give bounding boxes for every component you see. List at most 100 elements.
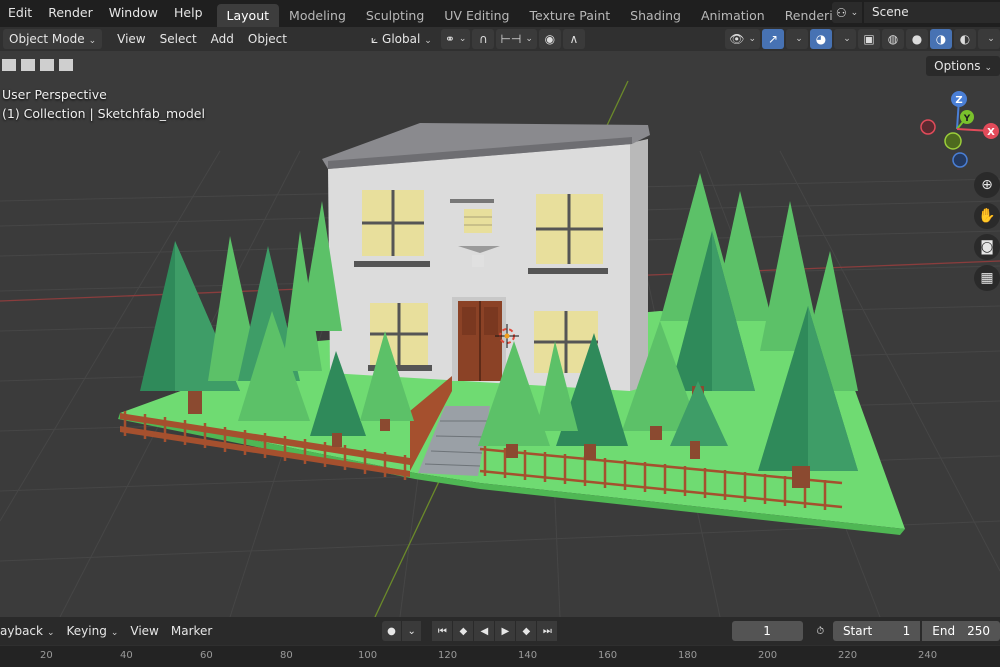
select-intersect-icon[interactable] xyxy=(57,57,75,73)
menu-edit[interactable]: Edit xyxy=(0,0,40,27)
ruler-tick: 100 xyxy=(358,650,378,661)
overlays-icon[interactable]: ◕ xyxy=(810,29,832,49)
menu-render[interactable]: Render xyxy=(40,0,101,27)
ruler-tick: 140 xyxy=(518,650,538,661)
select-extend-icon[interactable] xyxy=(19,57,37,73)
playback-controls: ⏮ ◆ ◀ ▶ ◆ ⏭ xyxy=(432,621,558,641)
proportional-edit-icon[interactable]: ◉ xyxy=(538,29,561,49)
ruler-tick: 40 xyxy=(120,650,133,661)
playback-label: ayback xyxy=(0,624,43,638)
ruler-tick: 20 xyxy=(40,650,53,661)
select-subtract-icon[interactable] xyxy=(38,57,56,73)
tab-shading[interactable]: Shading xyxy=(620,4,691,27)
play-icon[interactable]: ▶ xyxy=(495,621,516,641)
play-reverse-icon[interactable]: ◀ xyxy=(474,621,495,641)
overlays-dropdown-icon[interactable]: ⌄ xyxy=(834,29,856,49)
workspace-tabs: Layout Modeling Sculpting UV Editing Tex… xyxy=(216,0,923,27)
orientation-label: Global xyxy=(382,31,421,46)
end-label: End xyxy=(932,624,956,638)
material-shading-icon[interactable]: ◑ xyxy=(930,29,952,49)
gizmo-dropdown-icon[interactable]: ⌄ xyxy=(786,29,808,49)
pivot-point-icon[interactable]: ⚭ ⌄ xyxy=(440,29,471,49)
viewport-scene xyxy=(0,80,1000,617)
solid-shading-icon[interactable]: ● xyxy=(906,29,928,49)
menu-view[interactable]: View xyxy=(110,32,152,46)
marker-menu[interactable]: Marker xyxy=(165,624,218,638)
orientation-dropdown[interactable]: ⟀ Global ⌄ xyxy=(364,32,439,47)
3d-viewport[interactable]: User Perspective (1) Collection | Sketch… xyxy=(0,51,1000,617)
select-mode-buttons[interactable] xyxy=(0,57,76,73)
end-frame-field[interactable]: End 250 xyxy=(922,621,1000,641)
tab-texture-paint[interactable]: Texture Paint xyxy=(520,4,621,27)
wireframe-shading-icon[interactable]: ◍ xyxy=(882,29,904,49)
grid-perspective-icon[interactable]: ▦ xyxy=(974,265,1000,291)
scene-icon[interactable]: ⚇ ⌄ xyxy=(832,2,862,23)
collection-label: (1) Collection | Sketchfab_model xyxy=(2,106,205,121)
camera-icon[interactable]: ◙ xyxy=(974,234,1000,260)
zoom-icon[interactable]: ⊕ xyxy=(974,172,1000,198)
scene-selector[interactable]: ⚇ ⌄ Scene xyxy=(832,2,1000,23)
mode-dropdown[interactable]: Object Mode ⌄ xyxy=(3,29,103,49)
keying-menu[interactable]: Keying ⌄ xyxy=(61,624,125,638)
current-frame-field[interactable]: 1 xyxy=(731,621,803,641)
start-frame-field[interactable]: Start 1 xyxy=(832,621,921,641)
ruler-tick: 220 xyxy=(838,650,858,661)
snap-target-icon[interactable]: ⊢⊣ ⌄ xyxy=(496,29,537,49)
playback-menu[interactable]: ayback ⌄ xyxy=(0,624,61,638)
tab-layout[interactable]: Layout xyxy=(216,4,280,27)
gizmo-neg-z xyxy=(952,152,968,168)
jump-end-icon[interactable]: ⏭ xyxy=(537,621,558,641)
stopwatch-icon[interactable]: ⏱ xyxy=(811,621,830,641)
next-keyframe-icon[interactable]: ◆ xyxy=(516,621,537,641)
tab-animation[interactable]: Animation xyxy=(691,4,775,27)
gizmo-toggle-icon[interactable]: ↗ xyxy=(762,29,784,49)
menu-help[interactable]: Help xyxy=(166,0,211,27)
options-button[interactable]: Options ⌄ xyxy=(926,56,1000,76)
timeline-view-menu[interactable]: View xyxy=(124,624,164,638)
shading-dropdown-icon[interactable]: ⌄ xyxy=(978,29,1000,49)
ruler-tick: 120 xyxy=(438,650,458,661)
vent-window xyxy=(464,209,492,233)
rendered-shading-icon[interactable]: ◐ xyxy=(954,29,976,49)
scene-name-field[interactable]: Scene xyxy=(864,2,1000,23)
tab-modeling[interactable]: Modeling xyxy=(279,4,356,27)
perspective-label: User Perspective xyxy=(2,87,107,102)
snap-icon[interactable]: ∩ xyxy=(472,29,495,49)
navigation-gizmo[interactable]: Z Y X xyxy=(915,89,1000,169)
pan-hand-icon[interactable]: ✋ xyxy=(974,203,1000,229)
record-icon[interactable]: ● xyxy=(381,621,402,641)
end-value: 250 xyxy=(967,624,990,638)
chevron-down-icon: ⌄ xyxy=(46,628,55,638)
gizmo-neg-y xyxy=(944,132,962,150)
jump-start-icon[interactable]: ⏮ xyxy=(432,621,453,641)
visibility-icon[interactable]: 👁 ⌄ xyxy=(725,29,760,49)
chevron-down-icon: ⌄ xyxy=(88,36,97,46)
gizmo-z-label: Z xyxy=(955,95,962,106)
select-new-icon[interactable] xyxy=(0,57,18,73)
ruler-tick: 240 xyxy=(918,650,938,661)
menu-add[interactable]: Add xyxy=(204,32,241,46)
mode-label: Object Mode xyxy=(9,32,85,46)
start-value: 1 xyxy=(902,624,911,638)
auto-key-dropdown-icon[interactable]: ⌄ xyxy=(402,621,422,641)
xray-icon[interactable]: ▣ xyxy=(858,29,880,49)
options-label: Options xyxy=(934,59,981,73)
menu-window[interactable]: Window xyxy=(101,0,166,27)
tab-uv-editing[interactable]: UV Editing xyxy=(434,4,519,27)
start-label: Start xyxy=(842,624,873,638)
chevron-down-icon: ⌄ xyxy=(110,628,119,638)
timeline-ruler[interactable]: 20 40 60 80 100 120 140 160 180 200 220 … xyxy=(0,645,1000,667)
ruler-tick: 200 xyxy=(758,650,778,661)
ruler-tick: 160 xyxy=(598,650,618,661)
menu-object[interactable]: Object xyxy=(241,32,294,46)
falloff-icon[interactable]: ∧ xyxy=(562,29,585,49)
prev-keyframe-icon[interactable]: ◆ xyxy=(453,621,474,641)
menu-select[interactable]: Select xyxy=(153,32,204,46)
gizmo-neg-x xyxy=(920,119,936,135)
gizmo-y-label: Y xyxy=(963,114,971,124)
timeline-header: ayback ⌄ Keying ⌄ View Marker ● ⌄ ⏮ ◆ ◀ ▶ … xyxy=(0,617,1000,645)
ruler-tick: 80 xyxy=(280,650,293,661)
tab-sculpting[interactable]: Sculpting xyxy=(356,4,434,27)
transform-orientation-icon: ⟀ xyxy=(370,31,379,46)
top-menubar: Edit Render Window Help Layout Modeling … xyxy=(0,0,1000,27)
